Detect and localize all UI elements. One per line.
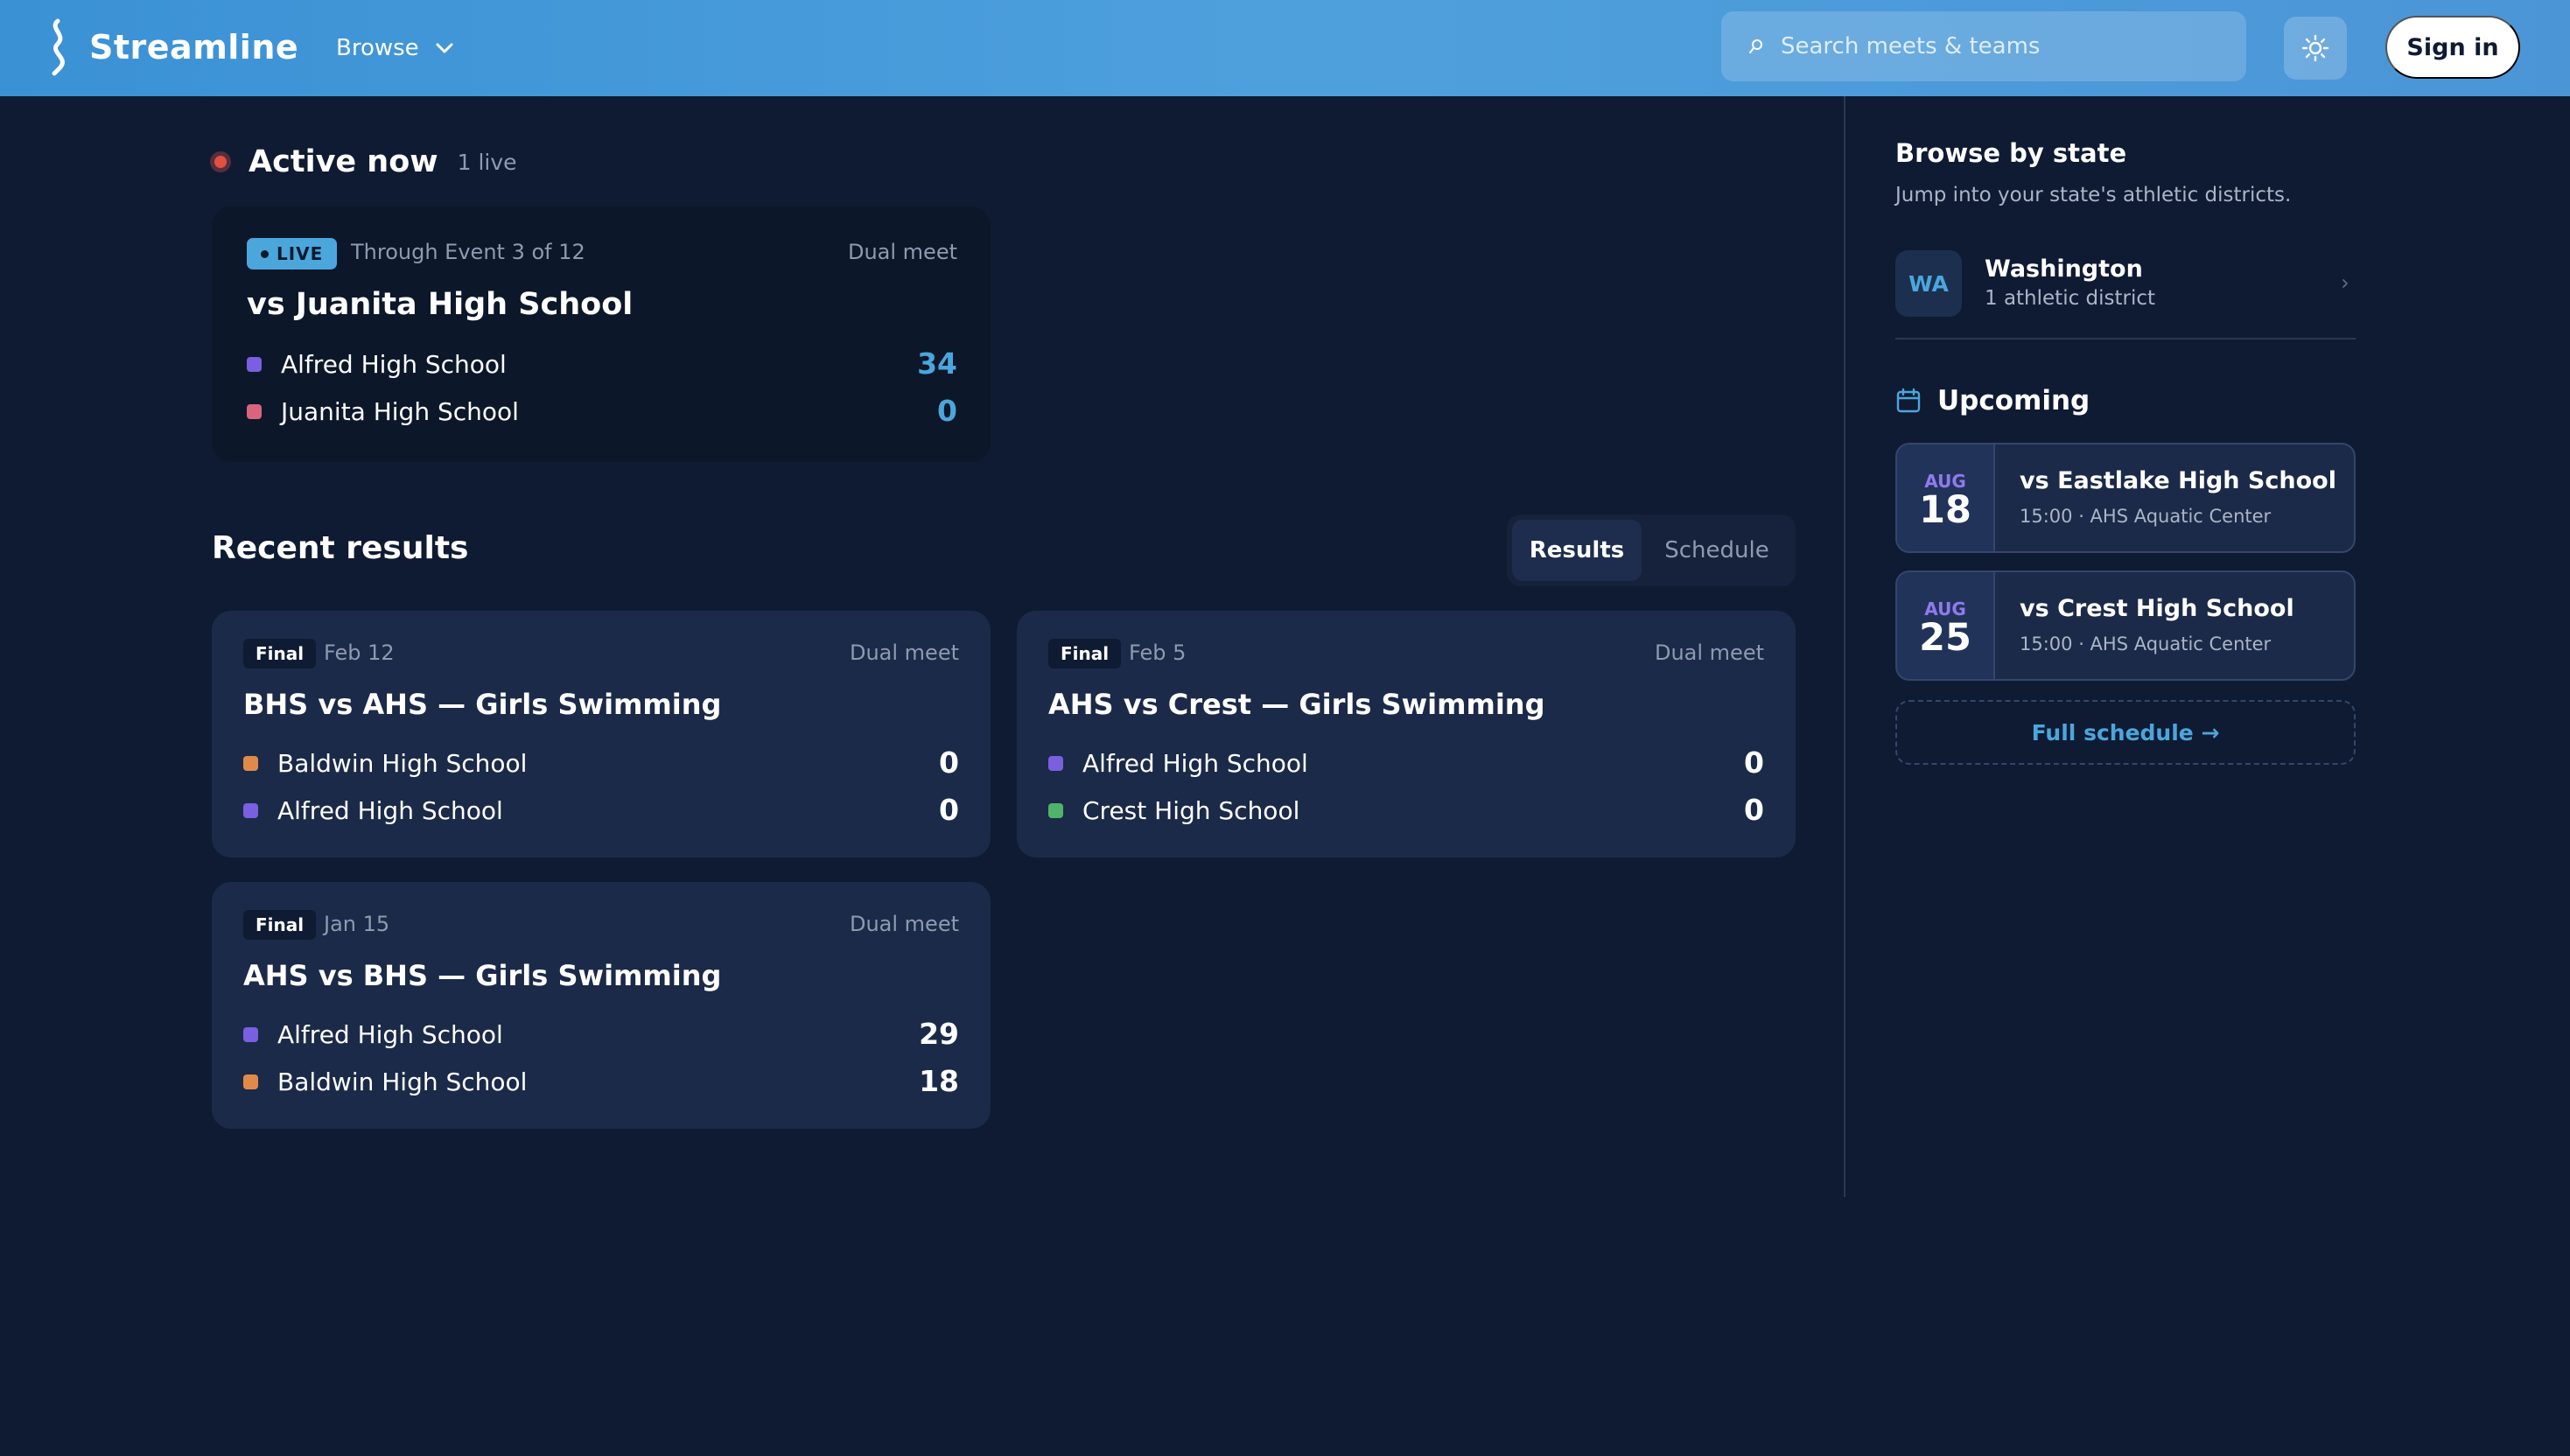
team-name: Alfred High School [1082,749,1308,778]
chevron-right-icon [2342,279,2348,288]
meet-date: Feb 12 [324,640,395,665]
meet-title: AHS vs BHS — Girls Swimming [243,959,722,992]
full-schedule-label: Full schedule → [2031,719,2220,746]
chevron-down-icon [436,43,453,53]
search-icon [1749,39,1762,53]
result-card[interactable]: Final Feb 5 Dual meet AHS vs Crest — Gir… [1017,611,1796,858]
team-score: 0 [1744,793,1764,827]
search-box[interactable] [1721,11,2246,81]
state-abbr-badge: WA [1895,250,1962,317]
status-badge: Final [1048,639,1122,668]
date-tile: AUG 18 [1897,444,1995,551]
team-name: Alfred High School [277,1020,503,1049]
team-color-swatch [243,756,258,771]
team-score: 0 [939,793,959,827]
upcoming-meet-title: vs Eastlake High School [2020,467,2336,494]
live-dot-icon [210,151,231,172]
brand-name: Streamline [89,28,299,66]
meet-date: Jan 15 [324,912,390,936]
browse-menu-button[interactable]: Browse [336,26,456,70]
team-row: Alfred High School [243,796,503,825]
team-row: Juanita High School [247,397,519,426]
date-tile: AUG 25 [1897,572,1995,679]
team-name: Alfred High School [281,350,507,379]
team-name: Crest High School [1082,796,1300,825]
team-color-swatch [243,803,258,818]
team-color-swatch [243,1027,258,1042]
calendar-icon [1896,388,1921,413]
live-badge-dot-icon [261,249,269,258]
team-row: Baldwin High School [243,1068,527,1096]
team-row: Crest High School [1048,796,1299,825]
upcoming-heading: Upcoming [1895,382,2090,420]
upcoming-meet-card[interactable]: AUG 18 vs Eastlake High School 15:00 · A… [1895,443,2356,553]
active-now-heading: Active now 1 live [210,142,517,182]
team-color-swatch [1048,803,1063,818]
browse-label: Browse [336,35,419,61]
team-row: Alfred High School [1048,749,1308,778]
active-now-title: Active now [249,144,438,179]
team-color-swatch [247,404,262,419]
result-card[interactable]: Final Jan 15 Dual meet AHS vs BHS — Girl… [212,882,991,1129]
meet-title: BHS vs AHS — Girls Swimming [243,688,722,721]
team-row: Alfred High School [247,350,507,379]
state-item-washington[interactable]: WA Washington 1 athletic district [1895,250,2356,338]
upcoming-meet-details: 15:00 · AHS Aquatic Center [2020,634,2272,654]
team-score: 0 [1744,746,1764,780]
live-badge: LIVE [247,238,338,270]
meet-type: Dual meet [1654,640,1764,665]
status-badge: Final [243,910,317,940]
team-row: Baldwin High School [243,749,527,778]
team-score: 0 [939,746,959,780]
team-score: 18 [919,1064,959,1098]
theme-toggle-button[interactable] [2284,17,2347,80]
sun-icon [2301,34,2329,62]
live-meet-card[interactable]: LIVE Through Event 3 of 12 Dual meet vs … [212,206,991,462]
full-schedule-link[interactable]: Full schedule → [1895,700,2356,765]
team-score: 34 [917,346,957,381]
state-name: Washington [1985,256,2143,283]
divider [1895,338,2356,340]
browse-by-state-subtitle: Jump into your state's athletic district… [1895,184,2292,206]
streamline-logo-icon [52,18,65,76]
sign-in-button[interactable]: Sign in [2385,16,2520,79]
active-count: 1 live [457,149,517,175]
upcoming-meet-title: vs Crest High School [2020,595,2294,622]
team-name: Juanita High School [281,397,519,426]
team-score: 0 [937,394,957,428]
live-meet-type: Dual meet [847,240,957,264]
team-row: Alfred High School [243,1020,503,1049]
live-progress: Through Event 3 of 12 [351,240,585,264]
date-day: 18 [1919,488,1971,532]
status-badge: Final [243,639,317,668]
tab-results[interactable]: Results [1512,520,1642,581]
team-score: 29 [919,1017,959,1051]
recent-results-title: Recent results [212,530,469,566]
result-card[interactable]: Final Feb 12 Dual meet BHS vs AHS — Girl… [212,611,991,858]
upcoming-title: Upcoming [1937,385,2090,416]
meet-date: Feb 5 [1129,640,1187,665]
team-name: Baldwin High School [277,1068,528,1096]
upcoming-meet-card[interactable]: AUG 25 vs Crest High School 15:00 · AHS … [1895,570,2356,681]
upcoming-meet-details: 15:00 · AHS Aquatic Center [2020,506,2272,527]
top-nav-bar: Streamline Browse Si [0,0,2570,96]
state-district-count: 1 athletic district [1985,287,2156,310]
team-color-swatch [243,1074,258,1089]
meet-type: Dual meet [849,912,959,936]
brand-link[interactable]: Streamline [46,18,298,77]
team-color-swatch [247,357,262,372]
team-color-swatch [1048,756,1063,771]
tab-schedule[interactable]: Schedule [1647,520,1787,581]
meet-type: Dual meet [849,640,959,665]
team-name: Baldwin High School [277,749,528,778]
live-meet-title: vs Juanita High School [247,287,634,322]
sidebar-divider [1844,96,1845,1197]
meet-title: AHS vs Crest — Girls Swimming [1048,688,1545,721]
browse-by-state-title: Browse by state [1895,138,2127,168]
date-day: 25 [1919,616,1971,660]
results-schedule-toggle: Results Schedule [1507,514,1796,586]
team-name: Alfred High School [277,796,503,825]
search-input[interactable] [1781,33,2218,60]
